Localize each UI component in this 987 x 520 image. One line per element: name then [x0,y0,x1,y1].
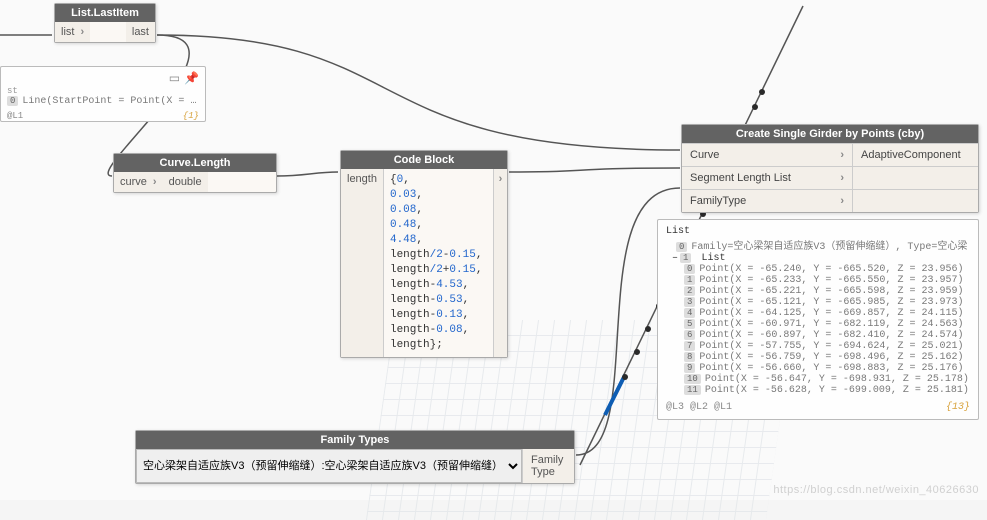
watch-label: st [7,86,199,96]
port-in-curve[interactable]: Curve› [682,144,852,166]
watch-point-row: 2Point(X = -65.221, Y = -665.598, Z = 23… [684,286,970,297]
port-in-familytype[interactable]: FamilyType› [682,190,852,212]
watch-point-row: 10Point(X = -56.647, Y = -698.931, Z = 2… [684,374,970,385]
node-title: Code Block [341,151,507,169]
port-out-adaptive[interactable]: AdaptiveComponent [852,144,978,166]
watch-count: {1} [183,111,199,121]
watch-pin-icon[interactable]: 📌 [184,71,199,86]
watch-point-row: 4Point(X = -64.125, Y = -669.857, Z = 24… [684,308,970,319]
node-curve-length[interactable]: Curve.Length curve› double [113,153,277,193]
port-in-length[interactable]: length [341,169,384,357]
watch-point-row: 3Point(X = -65.121, Y = -665.985, Z = 23… [684,297,970,308]
node-code-block[interactable]: Code Block length {0,0.03,0.08,0.48,4.48… [340,150,508,358]
node-title: Create Single Girder by Points (cby) [682,125,978,143]
watch-point-row: 7Point(X = -57.755, Y = -694.624, Z = 25… [684,341,970,352]
node-family-types[interactable]: Family Types 空心梁架自适应族V3（预留伸缩缝）:空心梁架自适应族V… [135,430,575,484]
watch-panel-girder-output: List 0Family=空心梁架自适应族V3（预留伸缩缝）, Type=空心梁… [657,219,979,420]
watermark: https://blog.csdn.net/weixin_40626630 [773,484,979,496]
watch-count: {13} [946,402,970,413]
watch-level: @L3 @L2 @L1 [666,402,732,413]
port-out-double[interactable]: double [163,172,208,192]
node-list-lastitem[interactable]: List.LastItem list› last [54,3,156,43]
node-title: List.LastItem [55,4,155,22]
port-in-list[interactable]: list› [55,22,90,42]
watch-point-row: 0Point(X = -65.240, Y = -665.520, Z = 23… [684,264,970,275]
watch-point-row: 1Point(X = -65.233, Y = -665.550, Z = 23… [684,275,970,286]
code-block-text[interactable]: {0,0.03,0.08,0.48,4.48,length/2-0.15,len… [384,169,493,357]
watch-family-line: Family=空心梁架自适应族V3（预留伸缩缝）, Type=空心梁 [691,242,967,253]
watch-point-row: 11Point(X = -56.628, Y = -699.009, Z = 2… [684,385,970,396]
watch-point-row: 6Point(X = -60.897, Y = -682.410, Z = 24… [684,330,970,341]
watch-level: @L1 [7,111,23,121]
node-title: Family Types [136,431,574,449]
node-create-single-girder[interactable]: Create Single Girder by Points (cby) Cur… [681,124,979,213]
port-out-code[interactable]: › [493,169,507,357]
watch-panel-lastitem: ▭ 📌 st 0Line(StartPoint = Point(X = -65.… [0,66,206,122]
watch-point-row: 5Point(X = -60.971, Y = -682.119, Z = 24… [684,319,970,330]
watch-line: Line(StartPoint = Point(X = -65.24 [22,96,199,107]
port-in-curve[interactable]: curve› [114,172,163,192]
node-title: Curve.Length [114,154,276,172]
watch-menu-icon[interactable]: ▭ [169,71,180,86]
watch-point-row: 9Point(X = -56.660, Y = -698.883, Z = 25… [684,363,970,374]
family-type-select[interactable]: 空心梁架自适应族V3（预留伸缩缝）:空心梁架自适应族V3（预留伸缩缝） [136,449,522,483]
port-in-seglist[interactable]: Segment Length List› [682,167,852,189]
watch-list-header: List [666,226,970,237]
port-out-last[interactable]: last [126,22,155,42]
port-out-familytype[interactable]: Family Type [522,449,574,483]
watch-point-row: 8Point(X = -56.759, Y = -698.496, Z = 25… [684,352,970,363]
